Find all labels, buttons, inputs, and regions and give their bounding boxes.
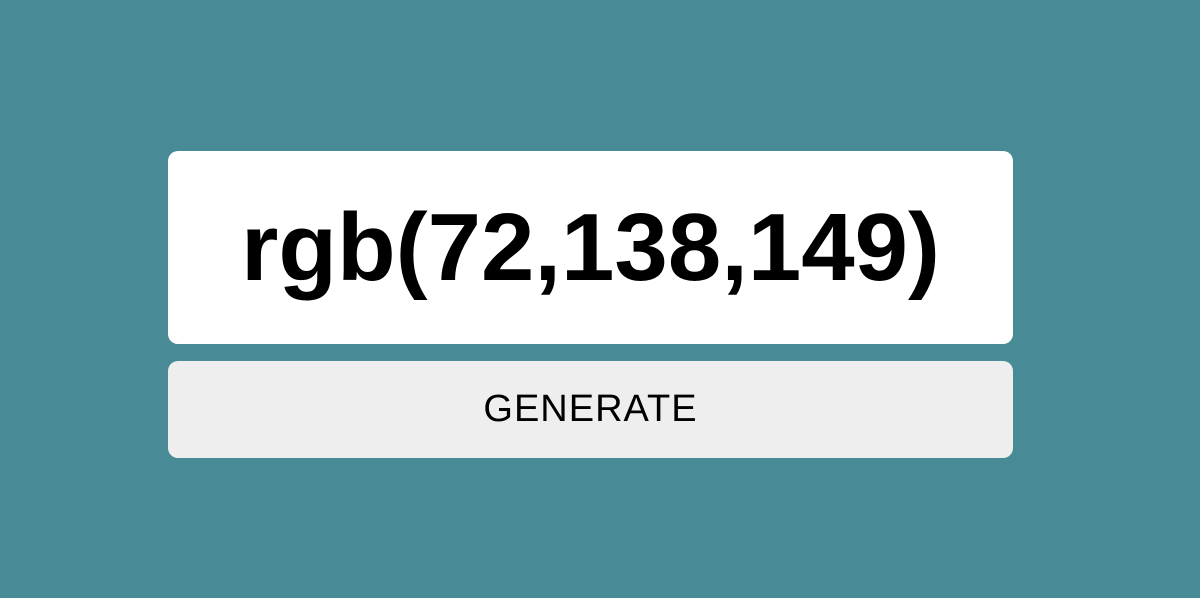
color-value-text: rgb(72,138,149) — [240, 193, 941, 301]
color-generator-app: rgb(72,138,149) GENERATE — [0, 0, 1200, 598]
color-value-display: rgb(72,138,149) — [168, 151, 1013, 344]
generate-button[interactable]: GENERATE — [168, 361, 1013, 458]
generate-button-label: GENERATE — [483, 388, 698, 430]
